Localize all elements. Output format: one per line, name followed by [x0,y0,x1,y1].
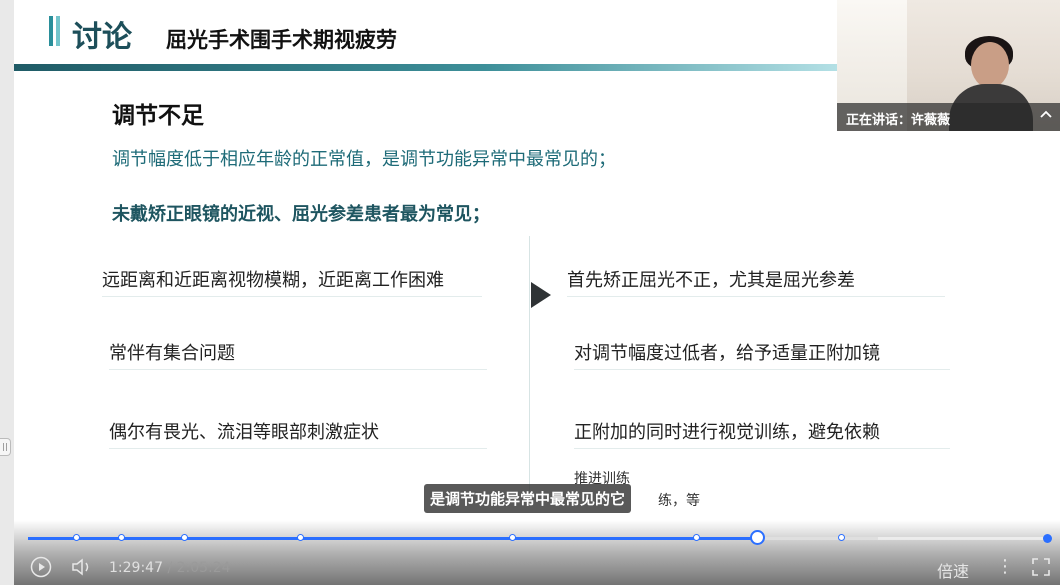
chevron-up-icon[interactable] [1038,106,1054,126]
fullscreen-icon[interactable] [1030,556,1052,580]
side-panel-handle-icon[interactable]: || [0,438,11,456]
live-subtitle: 是调节功能异常中最常见的它 [424,484,632,513]
chapter-marker[interactable] [509,534,516,541]
arrow-right-icon [531,282,551,308]
volume-icon[interactable] [70,556,94,580]
symptom-item: 偶尔有畏光、流泪等眼部刺激症状 [109,418,487,449]
left-edge-panel [0,0,14,585]
treatment-item: 对调节幅度过低者，给予适量正附加镜 [574,339,950,370]
time-separator: / [167,560,173,576]
slide-header-subtitle: 屈光手术围手术期视疲劳 [166,28,397,52]
population-text: 未戴矫正眼镜的近视、屈光参差患者最为常见； [112,204,490,225]
time-display: 1:29:47 / 2:05:24 [109,560,231,576]
speaker-video [971,42,1009,88]
slide-header-title: 讨论 [72,20,132,55]
more-icon[interactable]: ⋮ [996,556,1014,577]
chapter-marker[interactable] [693,534,700,541]
chapter-marker[interactable] [73,534,80,541]
chapter-marker[interactable] [181,534,188,541]
treatment-note: 练，等 [658,493,700,509]
treatment-item: 首先矫正屈光不正，尤其是屈光参差 [567,266,945,297]
chapter-marker[interactable] [838,534,845,541]
column-divider [529,236,530,496]
section-title: 调节不足 [112,103,204,129]
symptom-item: 远距离和近距离视物模糊，近距离工作困难 [102,266,482,297]
symptom-item: 常伴有集合问题 [109,339,487,370]
speaker-label: 正在讲话：许薇薇 [846,113,951,128]
chapter-marker[interactable] [297,534,304,541]
chapter-marker[interactable] [118,534,125,541]
progress-handle[interactable] [750,530,765,545]
speed-button[interactable]: 倍速 [937,558,969,582]
speaker-bar: 正在讲话：许薇薇 [837,103,1060,131]
treatment-item: 正附加的同时进行视觉训练，避免依赖 [574,418,950,449]
play-icon[interactable] [30,556,52,580]
definition-text: 调节幅度低于相应年龄的正常值，是调节功能异常中最常见的； [112,149,616,170]
webcam-panel[interactable]: 正在讲话：许薇薇 [837,0,1060,131]
header-accent-icon [49,16,63,46]
duration: 2:05:24 [176,560,231,576]
progress-played [28,537,758,540]
current-time: 1:29:47 [109,560,163,576]
chapter-marker[interactable] [1043,534,1052,543]
